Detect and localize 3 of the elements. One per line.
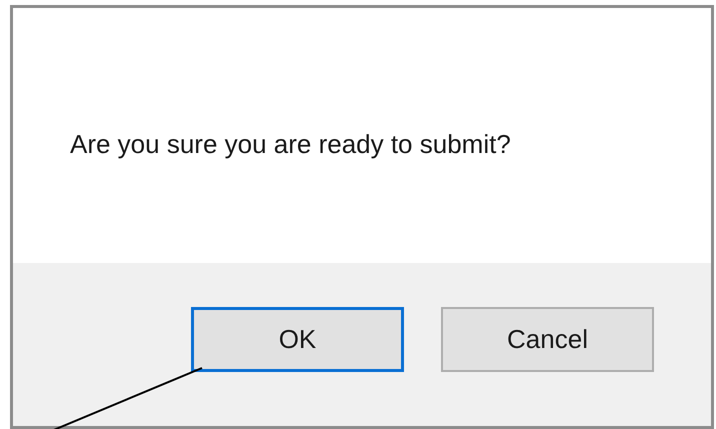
cancel-button[interactable]: Cancel [441, 307, 654, 372]
ok-button[interactable]: OK [191, 307, 404, 372]
dialog-message: Are you sure you are ready to submit? [70, 128, 512, 161]
